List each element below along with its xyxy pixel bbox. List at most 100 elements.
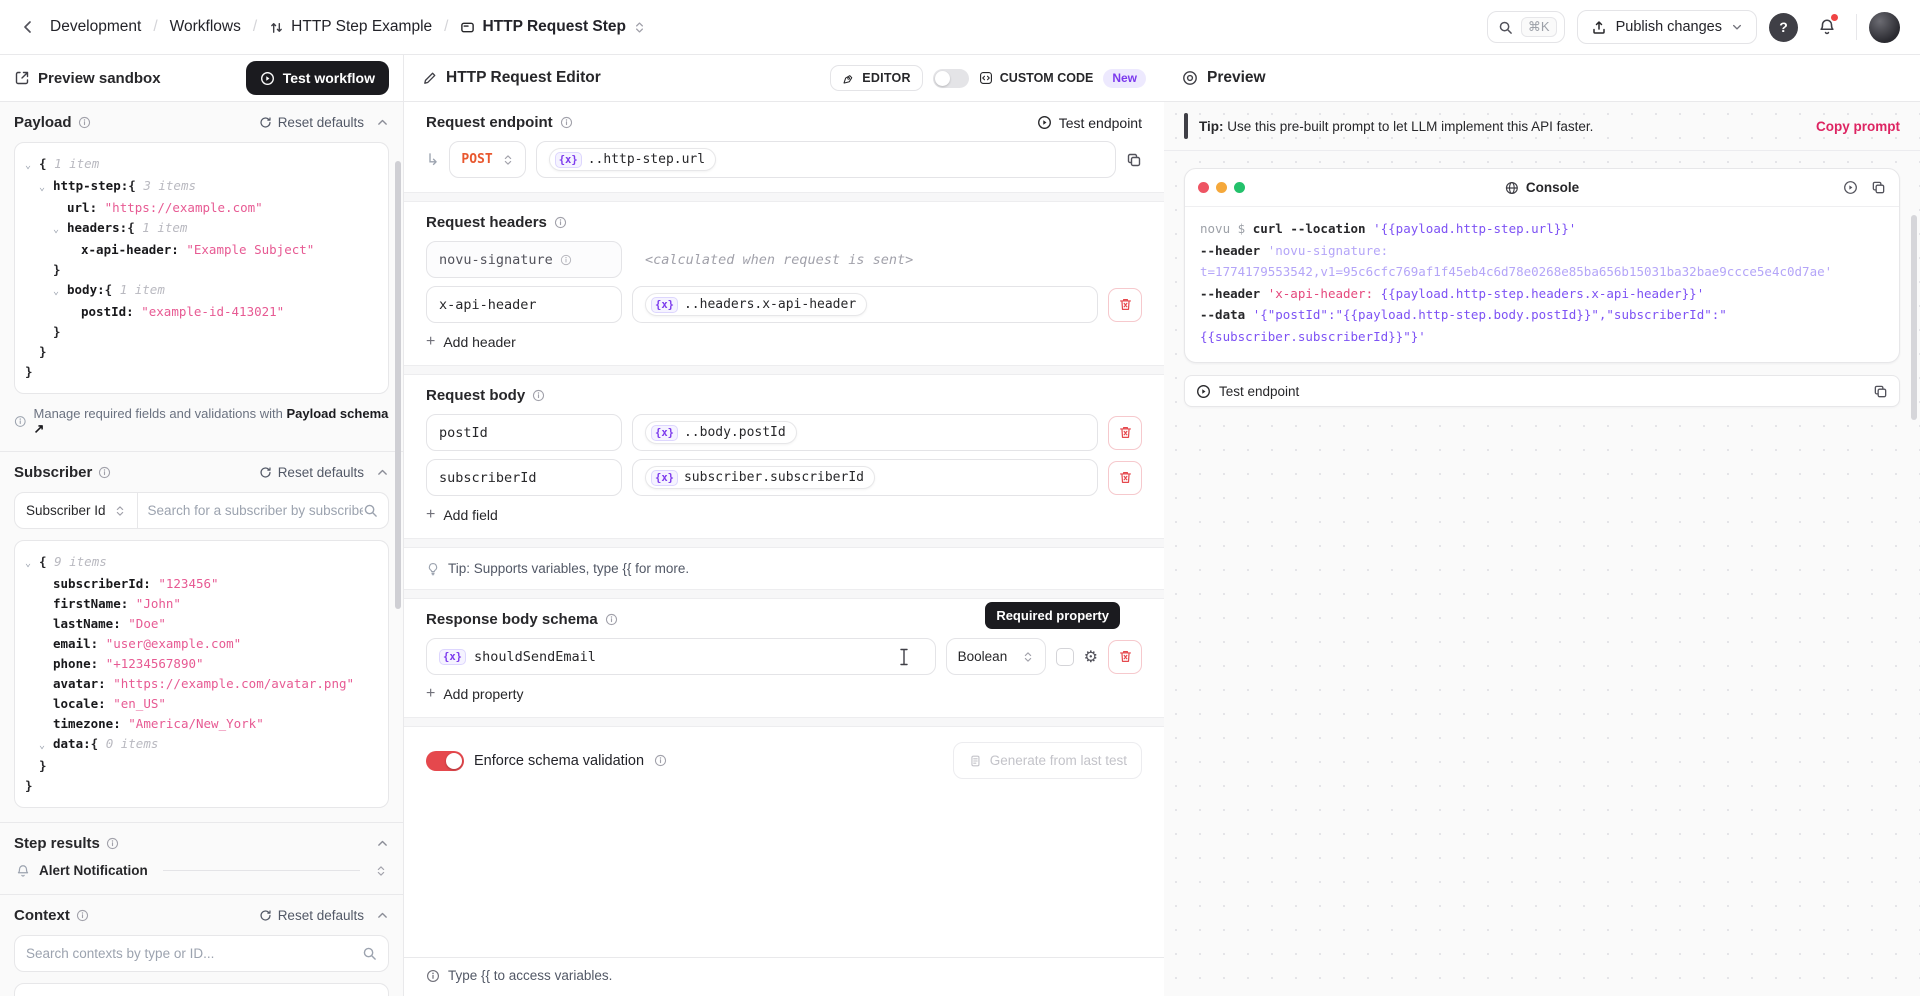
delete-field-button[interactable] <box>1108 461 1142 495</box>
delete-header-button[interactable] <box>1108 288 1142 322</box>
chevrons-up-down-icon <box>1022 651 1034 663</box>
test-endpoint-collapsed[interactable]: Test endpoint <box>1184 375 1900 407</box>
expand-chevron-icon[interactable]: ⌄ <box>25 156 39 176</box>
mode-toggle[interactable] <box>933 69 969 88</box>
console-line: {{subscriber.subscriberId}}"}' <box>1200 326 1884 348</box>
back-button[interactable] <box>20 19 36 35</box>
body-value-input[interactable]: {x}subscriber.subscriberId <box>632 459 1098 496</box>
variable-pill-label: ..body.postId <box>684 425 786 440</box>
body-value-input[interactable]: {x}..body.postId <box>632 414 1098 451</box>
payload-reset-defaults[interactable]: Reset defaults <box>259 115 364 130</box>
subscriber-json[interactable]: ⌄{ 9 itemssubscriberId: "123456"firstNam… <box>14 540 389 808</box>
json-line: url: "https://example.com" <box>25 198 378 218</box>
info-icon <box>106 837 119 850</box>
add-property-label: Add property <box>443 686 523 702</box>
variable-icon: {x} <box>651 470 678 486</box>
variable-pill: {x}..headers.x-api-header <box>645 293 867 316</box>
test-workflow-button[interactable]: Test workflow <box>246 61 389 95</box>
section-divider <box>404 365 1164 375</box>
expand-chevron-icon[interactable]: ⌄ <box>53 282 67 302</box>
run-console-button[interactable] <box>1843 180 1858 195</box>
info-icon <box>78 116 91 129</box>
method-select[interactable]: POST <box>449 141 525 178</box>
subscriber-section: Subscriber Reset defaults Subscriber Id <box>0 452 403 823</box>
pen-tool-icon <box>842 72 855 85</box>
right-scrollbar[interactable] <box>1911 215 1917 420</box>
editor-title: HTTP Request Editor <box>446 69 601 87</box>
preview-title: Preview <box>1207 69 1266 87</box>
global-search-button[interactable]: ⌘K <box>1487 11 1565 43</box>
breadcrumb-step-selector[interactable]: HTTP Request Step <box>460 18 646 36</box>
header-value-input[interactable]: {x}..headers.x-api-header <box>632 286 1098 323</box>
preview-sandbox-panel: Preview sandbox Test workflow Payload <box>0 55 404 996</box>
reset-icon <box>259 466 272 479</box>
test-endpoint-button[interactable]: Test endpoint <box>1037 115 1142 131</box>
delete-field-button[interactable] <box>1108 416 1142 450</box>
subscriber-search-input[interactable]: Search for a subscriber by subscriber... <box>138 503 363 518</box>
breadcrumb-development[interactable]: Development <box>50 18 141 36</box>
collapse-chevron-icon[interactable] <box>376 466 389 479</box>
copy-url-button[interactable] <box>1126 152 1142 168</box>
console-title-label: Console <box>1526 180 1579 195</box>
context-search-input[interactable]: Search contexts by type or ID... <box>14 935 389 972</box>
body-key-input[interactable]: postId <box>426 414 622 451</box>
custom-code-mode[interactable]: CUSTOM CODE <box>979 71 1094 85</box>
help-button[interactable]: ? <box>1769 13 1798 42</box>
header-key-value: x-api-header <box>439 297 537 313</box>
payload-json[interactable]: ⌄{ 1 item⌄http-step:{ 3 itemsurl: "https… <box>14 142 389 394</box>
copy-icon <box>1126 152 1142 168</box>
add-header-button[interactable]: +Add header <box>426 333 1142 351</box>
copy-prompt-link[interactable]: Copy prompt <box>1816 119 1900 134</box>
header-key-input: novu-signature <box>426 241 622 278</box>
subscriber-search-type-select[interactable]: Subscriber Id <box>15 493 138 528</box>
breadcrumb-workflows[interactable]: Workflows <box>170 18 241 36</box>
request-headers-title: Request headers <box>426 214 547 231</box>
endpoint-url-input[interactable]: {x}..http-step.url <box>536 141 1116 178</box>
variable-pill-label: ..headers.x-api-header <box>684 297 856 312</box>
publish-changes-button[interactable]: Publish changes <box>1577 10 1757 44</box>
publish-icon <box>1591 19 1607 35</box>
subscriber-reset-defaults[interactable]: Reset defaults <box>259 465 364 480</box>
body-key-input[interactable]: subscriberId <box>426 459 622 496</box>
json-line: } <box>25 342 378 362</box>
add-field-button[interactable]: +Add field <box>426 506 1142 524</box>
context-title: Context <box>14 907 70 924</box>
step-name: Alert Notification <box>39 863 148 878</box>
breadcrumb-workflow-name[interactable]: HTTP Step Example <box>269 18 432 36</box>
header-key-input[interactable]: x-api-header <box>426 286 622 323</box>
console-code[interactable]: novu $ curl --location '{{payload.http-s… <box>1185 207 1899 362</box>
editor-mode-pill[interactable]: EDITOR <box>830 65 923 91</box>
left-scrollbar[interactable] <box>395 161 401 609</box>
add-property-button[interactable]: +Add property <box>426 685 1142 703</box>
context-reset-defaults[interactable]: Reset defaults <box>259 908 364 923</box>
chevrons-up-down-icon[interactable] <box>375 865 387 877</box>
schema-type-select[interactable]: Boolean <box>946 638 1046 675</box>
expand-chevron-icon[interactable]: ⌄ <box>39 178 53 198</box>
schema-property-input[interactable]: {x} shouldSendEmail <box>426 638 936 675</box>
property-settings-button[interactable]: ⚙ <box>1084 647 1098 667</box>
avatar[interactable] <box>1869 12 1900 43</box>
collapse-chevron-icon[interactable] <box>376 837 389 850</box>
json-line: subscriberId: "123456" <box>25 574 378 594</box>
context-json[interactable]: ⌄{ 0 items} <box>14 983 389 996</box>
notifications-button[interactable] <box>1810 10 1844 44</box>
enforce-validation-toggle[interactable] <box>426 751 464 771</box>
collapse-chevron-icon[interactable] <box>376 909 389 922</box>
expand-chevron-icon[interactable]: ⌄ <box>53 220 67 240</box>
delete-property-button[interactable] <box>1108 640 1142 674</box>
code-block-icon <box>979 71 993 85</box>
expand-chevron-icon[interactable]: ⌄ <box>25 554 39 574</box>
response-schema-section: Required property Response body schema {… <box>404 599 1164 717</box>
step-result-row-alert-notification[interactable]: Alert Notification <box>14 859 389 880</box>
required-checkbox[interactable] <box>1056 648 1074 666</box>
collapse-chevron-icon[interactable] <box>376 116 389 129</box>
tip-text: Tip: Use this pre-built prompt to let LL… <box>1199 119 1593 134</box>
info-icon <box>560 116 573 129</box>
copy-test-endpoint-button[interactable] <box>1873 384 1888 399</box>
response-schema-title: Response body schema <box>426 611 598 628</box>
generate-from-last-test-button[interactable]: Generate from last test <box>953 742 1142 779</box>
copy-console-button[interactable] <box>1871 180 1886 195</box>
expand-chevron-icon[interactable]: ⌄ <box>39 736 53 756</box>
editor-body: Request endpoint Test endpoint ↳ POST <box>404 102 1164 957</box>
sandbox-scroll-area[interactable]: Payload Reset defaults ⌄{ 1 item⌄http-st… <box>0 102 403 996</box>
